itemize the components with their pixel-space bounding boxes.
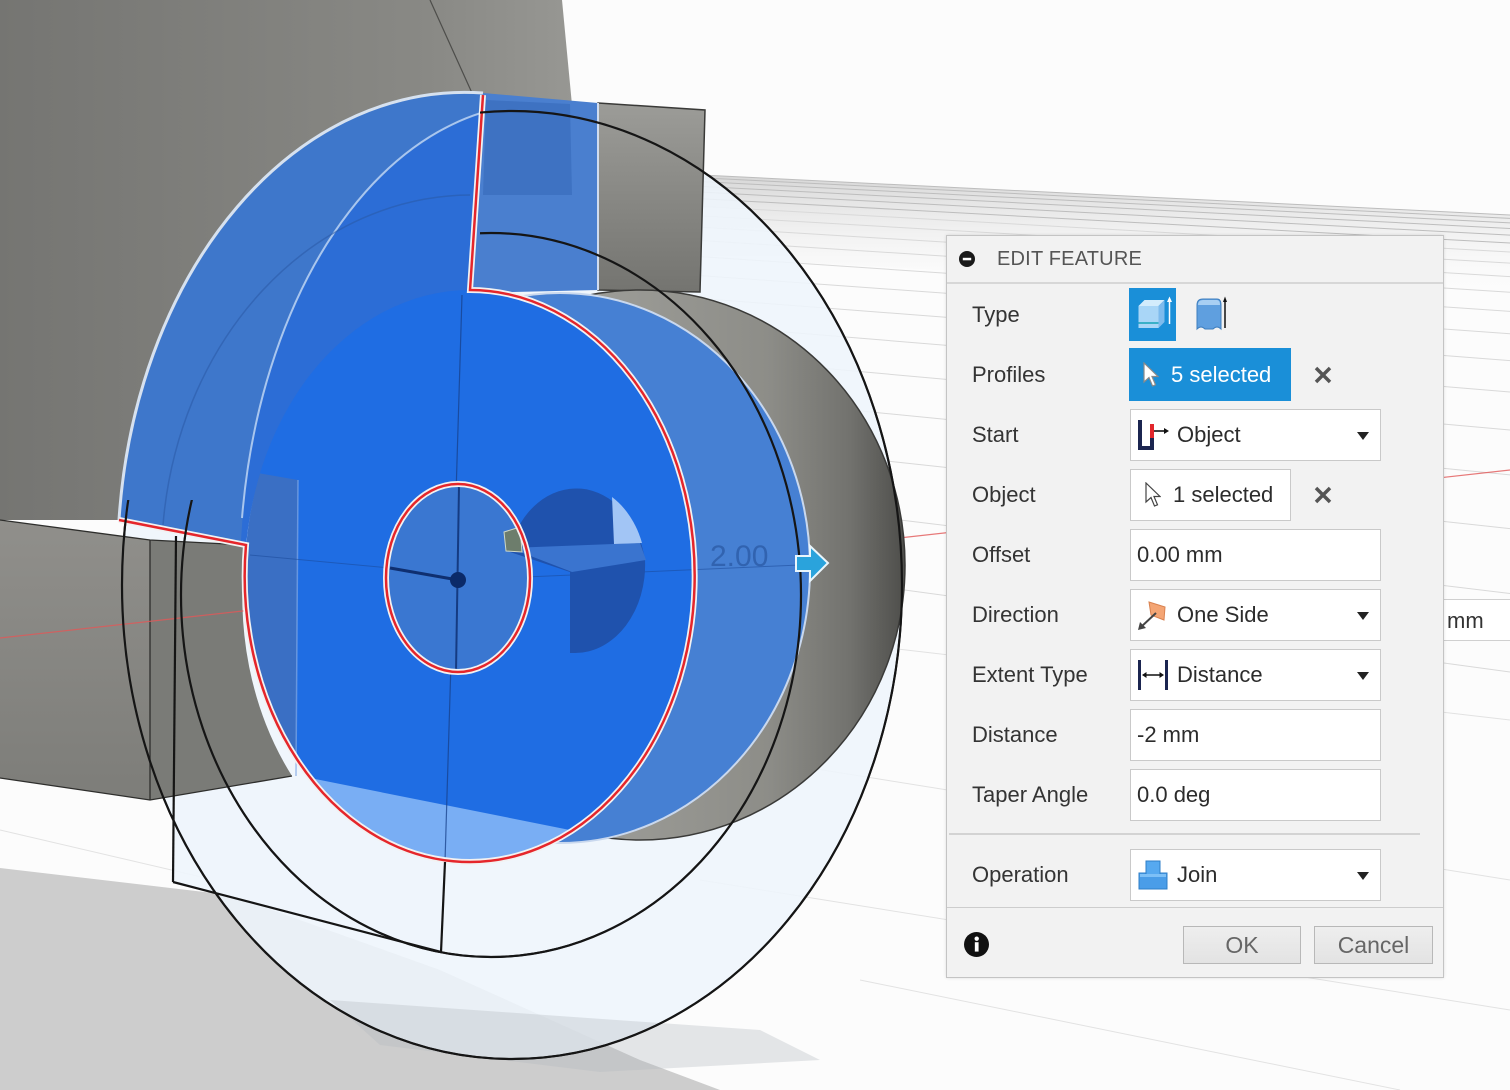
operation-dropdown[interactable]: Join: [1130, 849, 1381, 901]
offset-row: Offset: [947, 525, 1443, 585]
direction-label: Direction: [972, 602, 1059, 627]
type-option-thin[interactable]: [1191, 291, 1231, 337]
extent-type-label: Extent Type: [972, 662, 1088, 687]
start-object-icon: [1138, 420, 1169, 450]
chevron-down-icon: [1357, 872, 1369, 880]
sketch-center-point[interactable]: [450, 572, 466, 588]
operation-value: Join: [1177, 862, 1218, 887]
offset-label: Offset: [972, 542, 1031, 567]
object-selection-count: 1 selected: [1173, 482, 1274, 507]
select-cursor-icon: [1143, 361, 1159, 387]
dialog-header: EDIT FEATURE: [947, 236, 1443, 284]
extent-type-value: Distance: [1177, 662, 1263, 687]
profiles-label: Profiles: [972, 362, 1046, 387]
direction-value: One Side: [1177, 602, 1269, 627]
minus-circle-icon[interactable]: [959, 251, 975, 267]
distance-label: Distance: [972, 722, 1058, 747]
clear-profiles-close-icon[interactable]: [1313, 365, 1333, 385]
profiles-selection-count: 5 selected: [1171, 361, 1272, 387]
offset-input[interactable]: [1130, 529, 1381, 581]
chevron-down-icon: [1357, 432, 1369, 440]
solid-extrude-icon: [1138, 296, 1172, 328]
chevron-down-icon: [1357, 612, 1369, 620]
dialog-title: EDIT FEATURE: [997, 248, 1143, 270]
ok-button[interactable]: OK: [1183, 926, 1301, 964]
distance-input[interactable]: [1130, 709, 1381, 761]
distance-manipulator-unit: mm: [1447, 608, 1484, 633]
direction-dropdown[interactable]: One Side: [1130, 589, 1381, 641]
type-option-solid[interactable]: [1129, 288, 1176, 341]
start-dropdown[interactable]: Object: [1130, 409, 1381, 461]
join-operation-icon: [1138, 860, 1168, 890]
edit-feature-dialog: EDIT FEATURE Type Profiles 5 selected St…: [946, 235, 1444, 978]
clear-object-close-icon[interactable]: [1313, 485, 1333, 505]
dimension-label: 2.00: [710, 540, 768, 573]
profiles-row: Profiles 5 selected: [947, 345, 1443, 405]
object-selection-button[interactable]: 1 selected: [1130, 469, 1291, 521]
taper-angle-label: Taper Angle: [972, 782, 1089, 807]
select-cursor-icon: [1145, 482, 1161, 507]
distance-row: Distance: [947, 705, 1443, 765]
start-label: Start: [972, 422, 1019, 447]
taper-angle-input[interactable]: [1130, 769, 1381, 821]
type-label: Type: [972, 302, 1020, 327]
taper-angle-row: Taper Angle: [947, 765, 1443, 825]
profiles-selection-button[interactable]: 5 selected: [1129, 348, 1291, 401]
object-row: Object 1 selected: [947, 465, 1443, 525]
thin-extrude-icon: [1196, 296, 1227, 331]
dialog-footer: OK Cancel: [947, 907, 1443, 978]
section-divider: [949, 833, 1420, 835]
direction-row: Direction One Side: [947, 585, 1443, 645]
operation-row: Operation Join: [947, 845, 1443, 905]
start-row: Start Object: [947, 405, 1443, 465]
cancel-button[interactable]: Cancel: [1314, 926, 1433, 964]
distance-extent-icon: [1138, 660, 1168, 690]
extent-type-row: Extent Type Distance: [947, 645, 1443, 705]
object-label: Object: [972, 482, 1036, 507]
info-icon[interactable]: [964, 932, 989, 957]
start-value: Object: [1177, 422, 1241, 447]
type-row: Type: [947, 285, 1443, 345]
chevron-down-icon: [1357, 672, 1369, 680]
one-side-direction-icon: [1138, 601, 1166, 630]
extent-type-dropdown[interactable]: Distance: [1130, 649, 1381, 701]
operation-label: Operation: [972, 862, 1069, 887]
